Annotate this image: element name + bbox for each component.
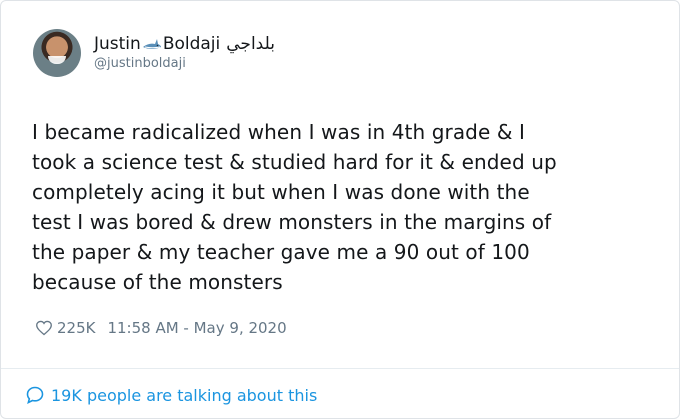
conversation-link[interactable]: 19K people are talking about this	[25, 385, 317, 405]
like-count[interactable]: 225K	[57, 319, 95, 337]
display-first-name: Justin	[94, 33, 141, 54]
divider	[1, 368, 679, 369]
tweet-meta: 225K 11:58 AM - May 9, 2020	[35, 319, 287, 337]
avatar[interactable]	[33, 29, 81, 77]
tweet-header: Justin Boldaji بلداجي @justinboldaji	[33, 29, 275, 77]
tweet-card: Justin Boldaji بلداجي @justinboldaji I b…	[0, 0, 680, 419]
user-handle[interactable]: @justinboldaji	[94, 55, 275, 73]
display-arabic-name: بلداجي	[226, 33, 275, 54]
shark-icon	[142, 39, 161, 49]
display-last-name: Boldaji	[162, 33, 221, 54]
conversation-text: 19K people are talking about this	[51, 385, 318, 405]
display-name[interactable]: Justin Boldaji بلداجي	[94, 34, 275, 55]
tweet-timestamp[interactable]: 11:58 AM - May 9, 2020	[107, 319, 286, 337]
tweet-text: I became radicalized when I was in 4th g…	[32, 120, 557, 294]
author-info: Justin Boldaji بلداجي @justinboldaji	[94, 34, 275, 73]
heart-icon[interactable]	[35, 320, 53, 336]
speech-bubble-icon	[26, 386, 44, 404]
